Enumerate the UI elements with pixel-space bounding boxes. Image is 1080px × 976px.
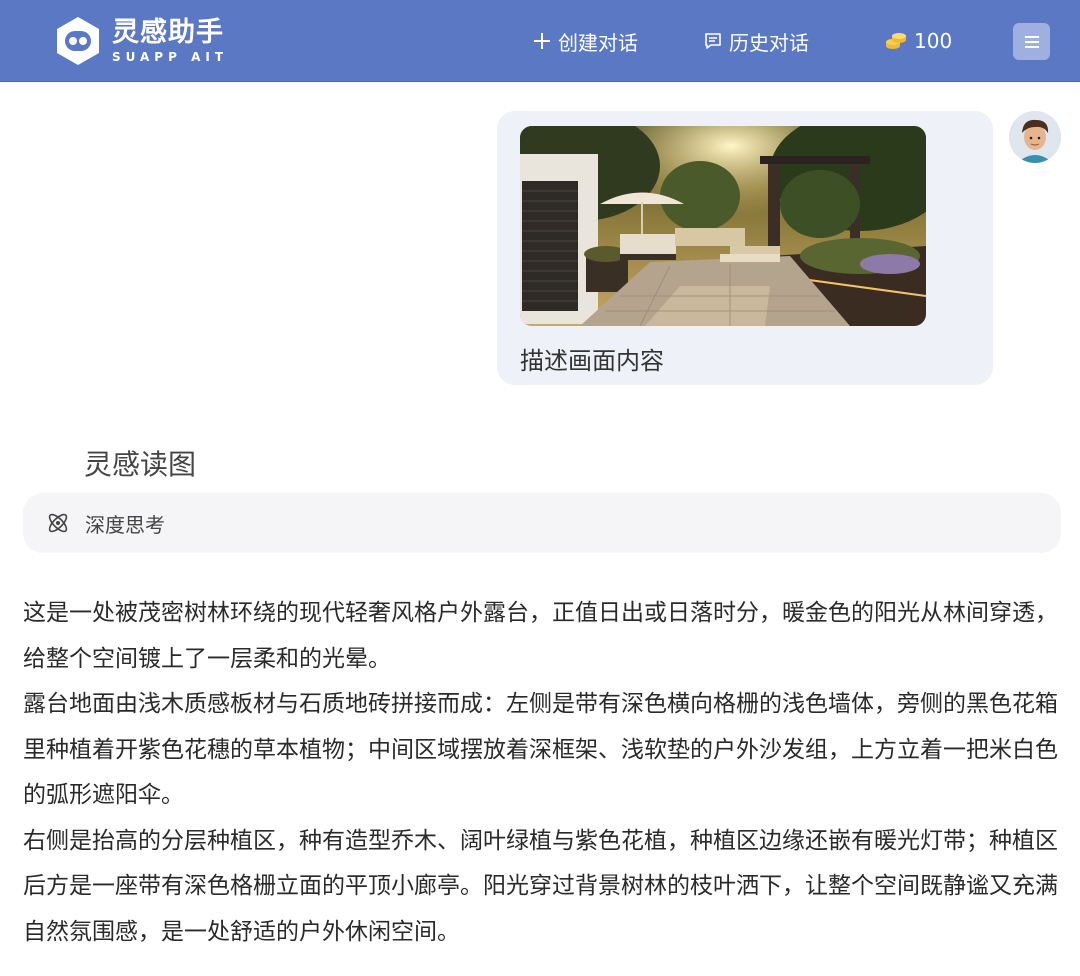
history-button[interactable]: 历史对话 bbox=[703, 26, 809, 56]
atom-icon bbox=[48, 513, 68, 533]
coins-icon bbox=[886, 33, 906, 49]
logo-subtitle: SUAPP AIT bbox=[112, 50, 229, 64]
uploaded-image[interactable] bbox=[520, 126, 926, 326]
coin-balance[interactable]: 100 bbox=[884, 26, 952, 56]
deep-thinking-label: 深度思考 bbox=[85, 512, 165, 537]
hamburger-icon bbox=[1024, 35, 1039, 48]
user-message-text: 描述画面内容 bbox=[520, 347, 664, 375]
answer-paragraph: 露台地面由浅木质感板材与石质地砖拼接而成：左侧是带有深色横向格栅的浅色墙体，旁侧… bbox=[23, 691, 1058, 808]
new-chat-button[interactable]: 创建对话 bbox=[532, 26, 638, 56]
user-message-bubble: 描述画面内容 bbox=[497, 111, 993, 385]
assistant-answer: 这是一处被茂密树林环绕的现代轻奢风格户外露台，正值日出或日落时分，暖金色的阳光从… bbox=[23, 591, 1063, 955]
plus-icon bbox=[534, 33, 550, 49]
menu-button[interactable] bbox=[1013, 23, 1050, 60]
new-chat-label: 创建对话 bbox=[558, 30, 638, 55]
logo-title: 灵感助手 bbox=[112, 17, 224, 48]
app-logo[interactable]: 灵感助手 SUAPP AIT bbox=[54, 14, 228, 68]
coin-count: 100 bbox=[914, 29, 953, 53]
assistant-name: 灵感读图 bbox=[84, 448, 197, 481]
deep-thinking-toggle[interactable]: 深度思考 bbox=[23, 493, 1061, 553]
top-bar: 灵感助手 SUAPP AIT 创建对话 历史对话 100 bbox=[0, 0, 1080, 82]
user-avatar[interactable] bbox=[1009, 111, 1061, 163]
chat-history-icon bbox=[705, 33, 721, 49]
answer-paragraph: 这是一处被茂密树林环绕的现代轻奢风格户外露台，正值日出或日落时分，暖金色的阳光从… bbox=[23, 600, 1058, 672]
robot-logo-icon bbox=[54, 15, 102, 67]
history-label: 历史对话 bbox=[729, 30, 809, 55]
answer-paragraph: 右侧是抬高的分层种植区，种有造型乔木、阔叶绿植与紫色花植，种植区边缘还嵌有暖光灯… bbox=[23, 827, 1058, 945]
